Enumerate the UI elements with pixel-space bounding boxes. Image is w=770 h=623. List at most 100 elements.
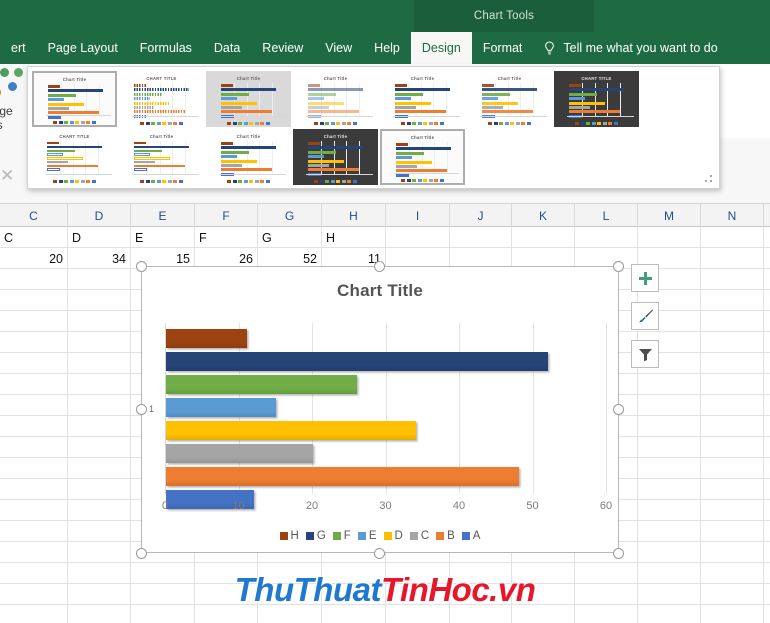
chart-filters-button[interactable] — [631, 340, 659, 368]
cell[interactable] — [68, 395, 131, 416]
ribbon-tab-ert[interactable]: ert — [0, 32, 37, 64]
chart-styles-gallery[interactable]: Chart Title CHART TITLE Chart Title Chart T… — [27, 66, 720, 189]
legend-item-H[interactable]: H — [279, 530, 299, 542]
ribbon-tab-help[interactable]: Help — [363, 32, 411, 64]
bar-G[interactable] — [166, 352, 549, 371]
chart-style-thumbnail[interactable]: Chart Title — [206, 71, 291, 127]
resize-grip-icon[interactable] — [705, 175, 714, 184]
chart-style-thumbnail[interactable]: CHART TITLE — [119, 71, 204, 127]
cancel-formula-icon[interactable]: ✕ — [0, 166, 14, 186]
legend-item-A[interactable]: A — [461, 530, 480, 542]
cell[interactable] — [0, 500, 68, 521]
bar-F[interactable] — [166, 375, 358, 394]
ribbon-tab-page-layout[interactable]: Page Layout — [37, 32, 129, 64]
tell-me-search[interactable]: Tell me what you want to do — [533, 32, 727, 64]
cell[interactable] — [386, 227, 450, 248]
chart-legend[interactable]: HGFEDCBA — [142, 530, 618, 542]
cell[interactable] — [68, 290, 131, 311]
bar-B[interactable] — [166, 467, 519, 486]
cell[interactable] — [701, 542, 764, 563]
cell[interactable] — [0, 437, 68, 458]
chart-style-thumbnail[interactable]: Chart Title — [32, 71, 117, 127]
cell[interactable] — [0, 374, 68, 395]
chart-style-thumbnail[interactable]: Chart Title — [293, 129, 378, 185]
cell[interactable] — [0, 353, 68, 374]
ribbon-tab-review[interactable]: Review — [251, 32, 314, 64]
cell[interactable]: 20 — [0, 248, 68, 269]
chart-style-thumbnail[interactable]: Chart Title — [206, 129, 291, 185]
chart-style-thumbnail[interactable]: Chart Title — [467, 71, 552, 127]
cell[interactable] — [638, 521, 701, 542]
cell[interactable] — [701, 227, 764, 248]
cell[interactable] — [638, 500, 701, 521]
cell[interactable] — [68, 269, 131, 290]
cell[interactable] — [638, 479, 701, 500]
cell[interactable] — [638, 437, 701, 458]
cell[interactable]: 34 — [68, 248, 131, 269]
ribbon-tab-view[interactable]: View — [314, 32, 363, 64]
column-header-K[interactable]: K — [512, 204, 575, 227]
chart-style-thumbnail[interactable]: CHART TITLE — [32, 129, 117, 185]
column-header-I[interactable]: I — [386, 204, 450, 227]
cell[interactable] — [638, 458, 701, 479]
legend-item-E[interactable]: E — [357, 530, 377, 542]
cell[interactable] — [0, 269, 68, 290]
cell[interactable] — [512, 227, 575, 248]
cell[interactable] — [575, 227, 638, 248]
ribbon-tab-format[interactable]: Format — [472, 32, 534, 64]
legend-item-B[interactable]: B — [436, 530, 455, 542]
cell[interactable] — [638, 542, 701, 563]
cell[interactable] — [68, 332, 131, 353]
chart-style-thumbnail[interactable]: Chart Title — [380, 129, 465, 185]
chart-handle-tl[interactable] — [136, 261, 147, 272]
cell[interactable] — [701, 269, 764, 290]
column-header-L[interactable]: L — [575, 204, 638, 227]
cell[interactable] — [0, 542, 68, 563]
column-header-E[interactable]: E — [131, 204, 195, 227]
cell[interactable] — [701, 248, 764, 269]
cell[interactable] — [701, 353, 764, 374]
cell[interactable] — [450, 227, 512, 248]
cell[interactable] — [0, 332, 68, 353]
legend-item-D[interactable]: D — [383, 530, 403, 542]
cell[interactable] — [68, 374, 131, 395]
cell[interactable] — [701, 374, 764, 395]
ribbon-tab-design[interactable]: Design — [410, 32, 472, 64]
chart-object[interactable]: Chart Title 1 0 10 20 30 40 50 60 H G F E D C B A — [141, 266, 619, 553]
cell[interactable] — [68, 479, 131, 500]
bar-D[interactable] — [166, 421, 416, 440]
cell[interactable] — [0, 416, 68, 437]
cell[interactable] — [68, 353, 131, 374]
cell[interactable] — [638, 416, 701, 437]
cell[interactable] — [701, 290, 764, 311]
bar-C[interactable] — [166, 444, 313, 463]
cell[interactable] — [0, 458, 68, 479]
chart-handle-bc[interactable] — [374, 548, 385, 559]
chart-handle-ml[interactable] — [136, 404, 147, 415]
cell[interactable]: F — [195, 227, 258, 248]
cell[interactable]: G — [258, 227, 322, 248]
chart-handle-br[interactable] — [613, 548, 624, 559]
cell[interactable] — [68, 437, 131, 458]
cell[interactable] — [701, 416, 764, 437]
column-header-G[interactable]: G — [258, 204, 322, 227]
cell[interactable] — [701, 479, 764, 500]
cell[interactable] — [701, 500, 764, 521]
cell[interactable] — [0, 479, 68, 500]
ribbon-tab-formulas[interactable]: Formulas — [129, 32, 203, 64]
column-header-D[interactable]: D — [68, 204, 131, 227]
cell[interactable] — [0, 395, 68, 416]
cell[interactable] — [0, 290, 68, 311]
chart-style-thumbnail[interactable]: Chart Title — [119, 129, 204, 185]
cell[interactable] — [0, 521, 68, 542]
bar-H[interactable] — [166, 329, 247, 348]
cell[interactable] — [701, 395, 764, 416]
bar-E[interactable] — [166, 398, 277, 417]
cell[interactable] — [701, 332, 764, 353]
cell[interactable] — [701, 437, 764, 458]
cell[interactable] — [68, 521, 131, 542]
cell[interactable] — [0, 311, 68, 332]
change-colors-button[interactable]: ange ors — [0, 64, 30, 138]
chart-style-thumbnail[interactable]: Chart Title — [380, 71, 465, 127]
cell[interactable] — [701, 458, 764, 479]
